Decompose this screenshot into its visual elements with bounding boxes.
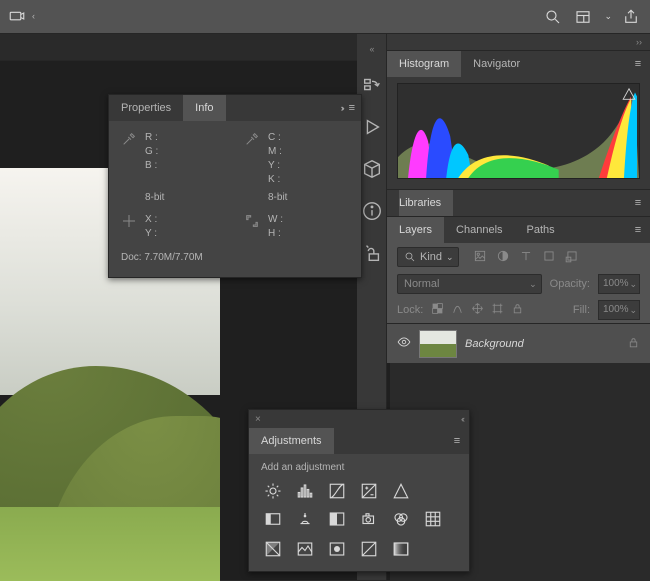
black-white-icon[interactable] (325, 509, 349, 529)
fill-input[interactable]: 100%⌄ (598, 300, 640, 320)
color-balance-icon[interactable] (293, 509, 317, 529)
info-panel: Properties Info ›› ≡ R : G : B : C : M :… (108, 94, 362, 278)
column-expand-chevrons[interactable]: ›› (387, 34, 650, 50)
fill-label: Fill: (573, 304, 590, 316)
opacity-input[interactable]: 100%⌄ (598, 274, 640, 294)
levels-icon[interactable] (293, 481, 317, 501)
close-icon[interactable]: × (255, 414, 261, 425)
lock-image-icon[interactable] (451, 302, 464, 318)
3d-panel-icon[interactable] (361, 158, 383, 180)
lock-artboard-icon[interactable] (491, 302, 504, 318)
lock-transparency-icon[interactable] (431, 302, 444, 318)
bit-depth-1: 8-bit (121, 190, 226, 209)
bit-depth-2: 8-bit (244, 190, 349, 209)
crosshair-icon (121, 213, 137, 229)
lock-icon[interactable] (627, 336, 640, 352)
lock-all-icon[interactable] (511, 302, 524, 318)
adjustments-hint: Add an adjustment (261, 462, 457, 473)
workspace-menu-icon[interactable] (574, 8, 592, 26)
gradient-map-icon[interactable] (389, 539, 413, 559)
cache-warning-icon[interactable] (622, 87, 636, 101)
filter-pixel-icon[interactable] (473, 249, 487, 266)
blend-mode-value: Normal (404, 275, 439, 293)
invert-icon[interactable] (261, 539, 285, 559)
panel-menu-icon[interactable]: ≡ (445, 435, 469, 447)
tab-paths[interactable]: Paths (515, 217, 567, 243)
kind-label: Kind (420, 251, 442, 263)
info-cmyk-readout: C : M : Y : K : (244, 131, 349, 186)
color-lookup-icon[interactable] (421, 509, 445, 529)
histogram-panel: Histogram Navigator ≡ (387, 50, 650, 189)
actions-panel-icon[interactable] (361, 116, 383, 138)
tab-adjustments[interactable]: Adjustments (249, 428, 334, 454)
brightness-contrast-icon[interactable] (261, 481, 285, 501)
collapse-chevrons[interactable]: ‹‹ (370, 44, 374, 54)
share-icon[interactable] (622, 8, 640, 26)
visibility-toggle-icon[interactable] (397, 335, 411, 352)
filter-shape-icon[interactable] (542, 249, 556, 266)
exposure-icon[interactable] (357, 481, 381, 501)
layer-name[interactable]: Background (465, 338, 619, 350)
info-rgb-readout: R : G : B : (121, 131, 226, 186)
adjustments-panel: × ‹‹ Adjustments ≡ Add an adjustment (248, 409, 470, 572)
blend-mode-dropdown[interactable]: Normal⌄ (397, 274, 542, 294)
filter-smart-icon[interactable] (565, 249, 579, 266)
selective-color-icon[interactable] (357, 539, 381, 559)
layer-kind-filter[interactable]: Kind ⌄ (397, 247, 459, 267)
layer-row-background[interactable]: Background (387, 323, 650, 363)
workspace-chevron[interactable]: ⌄ (604, 11, 610, 22)
options-bar: ‹ ⌄ (0, 0, 650, 34)
clone-source-panel-icon[interactable] (361, 242, 383, 264)
layers-panel: Layers Channels Paths ≡ Kind ⌄ Normal⌄ (387, 216, 650, 363)
lock-label: Lock: (397, 304, 423, 316)
curves-icon[interactable] (325, 481, 349, 501)
posterize-icon[interactable] (293, 539, 317, 559)
layer-filter-bar: Kind ⌄ (387, 243, 650, 271)
opacity-label: Opacity: (550, 278, 590, 290)
tab-channels[interactable]: Channels (444, 217, 514, 243)
collapse-panel-chevrons[interactable]: ‹‹ (461, 414, 463, 424)
filter-type-icon[interactable] (519, 249, 533, 266)
tab-histogram[interactable]: Histogram (387, 51, 461, 77)
lock-position-icon[interactable] (471, 302, 484, 318)
search-icon[interactable] (544, 8, 562, 26)
bounds-icon (244, 213, 260, 229)
panel-menu-icon[interactable]: ≡ (626, 58, 650, 70)
options-chevron[interactable]: ‹ (32, 11, 33, 21)
right-panel-column: ›› Histogram Navigator ≡ (387, 34, 650, 363)
panel-menu-icon[interactable]: ≡ (349, 102, 355, 114)
threshold-icon[interactable] (325, 539, 349, 559)
history-panel-icon[interactable] (361, 74, 383, 96)
channel-mixer-icon[interactable] (389, 509, 413, 529)
tab-navigator[interactable]: Navigator (461, 51, 532, 77)
photo-filter-icon[interactable] (357, 509, 381, 529)
histogram-graph[interactable] (397, 83, 640, 179)
layer-thumbnail[interactable] (419, 330, 457, 358)
options-left: ‹ (8, 7, 33, 25)
eyedropper-icon (121, 131, 137, 147)
libraries-panel: Libraries ≡ (387, 189, 650, 216)
filter-adjust-icon[interactable] (496, 249, 510, 266)
panel-menu-icon[interactable]: ≡ (626, 197, 650, 209)
info-wh-readout: W : H : (244, 213, 349, 240)
panel-menu-icon[interactable]: ≡ (626, 224, 650, 236)
tab-properties[interactable]: Properties (109, 95, 183, 121)
info-xy-readout: X : Y : (121, 213, 226, 240)
tab-libraries[interactable]: Libraries (399, 190, 453, 216)
tab-info[interactable]: Info (183, 95, 225, 121)
eyedropper-icon (244, 131, 260, 147)
hue-saturation-icon[interactable] (261, 509, 285, 529)
vibrance-icon[interactable] (389, 481, 413, 501)
info-panel-icon[interactable] (361, 200, 383, 222)
collapse-panel-chevrons[interactable]: ›› (341, 103, 343, 113)
tab-layers[interactable]: Layers (387, 217, 444, 243)
document-size-readout: Doc: 7.70M/7.70M (121, 244, 349, 263)
camera-icon (8, 7, 26, 25)
